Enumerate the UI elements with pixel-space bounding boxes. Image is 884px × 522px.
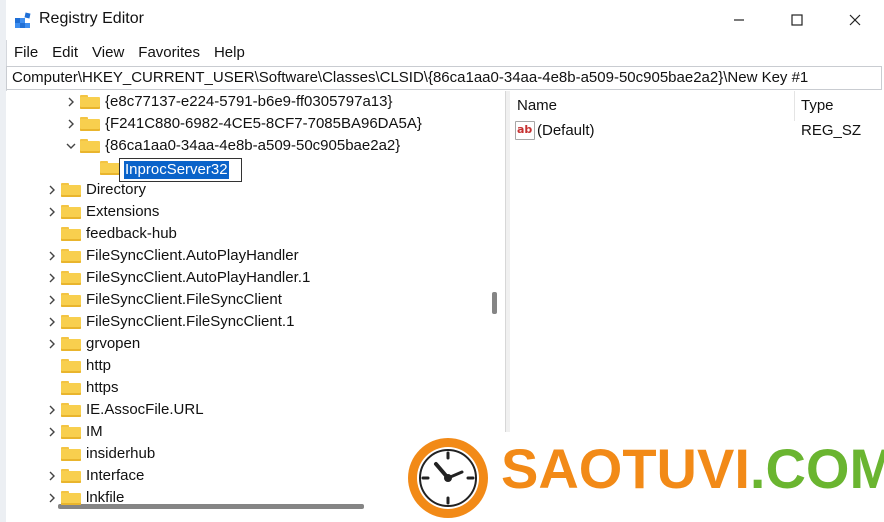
- column-header-type[interactable]: Type: [795, 91, 884, 121]
- registry-editor-app-icon: [15, 12, 31, 28]
- chevron-right-icon[interactable]: [46, 271, 58, 285]
- tree-node-label: FileSyncClient.FileSyncClient: [86, 291, 282, 308]
- close-button[interactable]: [826, 0, 884, 40]
- chevron-right-icon[interactable]: [46, 425, 58, 439]
- menu-file[interactable]: File: [8, 44, 44, 61]
- watermark-text: SAOTUVI.COM: [501, 436, 884, 501]
- tree-node-label: http: [86, 357, 112, 374]
- maximize-icon: [791, 14, 803, 26]
- folder-icon: [61, 359, 81, 373]
- menu-bar: File Edit View Favorites Help: [6, 40, 884, 64]
- folder-icon: [61, 249, 81, 263]
- folder-icon: [61, 315, 81, 329]
- chevron-right-icon[interactable]: [46, 491, 58, 505]
- watermark: SAOTUVI.COM: [395, 432, 884, 522]
- value-name: (Default): [537, 122, 595, 139]
- clock-logo-icon: [408, 438, 488, 518]
- chevron-right-icon[interactable]: [65, 117, 77, 131]
- tree-node-label: Interface: [86, 467, 145, 484]
- folder-icon: [61, 425, 81, 439]
- column-header-name-label: Name: [517, 97, 558, 114]
- tree-node[interactable]: FileSyncClient.FileSyncClient: [6, 289, 476, 311]
- tree-node-label: IE.AssocFile.URL: [86, 401, 204, 418]
- folder-icon: [61, 205, 81, 219]
- tree-node-label: {F241C880-6982-4CE5-8CF7-7085BA96DA5A}: [105, 115, 422, 132]
- string-value-icon: ab: [515, 121, 535, 140]
- chevron-right-icon[interactable]: [46, 205, 58, 219]
- rename-key-input[interactable]: InprocServer32: [119, 158, 242, 182]
- chevron-right-icon[interactable]: [46, 315, 58, 329]
- menu-favorites[interactable]: Favorites: [132, 44, 206, 61]
- menu-edit[interactable]: Edit: [46, 44, 84, 61]
- address-path: Computer\HKEY_CURRENT_USER\Software\Clas…: [12, 69, 809, 86]
- chevron-right-icon[interactable]: [46, 183, 58, 197]
- tree-node[interactable]: {e8c77137-e224-5791-b6e9-ff0305797a13}: [6, 91, 476, 113]
- folder-icon: [61, 469, 81, 483]
- tree-node-label: {e8c77137-e224-5791-b6e9-ff0305797a13}: [105, 93, 393, 110]
- minimize-icon: [734, 19, 744, 21]
- title-bar[interactable]: Registry Editor: [6, 0, 884, 40]
- tree-node[interactable]: FileSyncClient.FileSyncClient.1: [6, 311, 476, 333]
- chevron-down-icon[interactable]: [65, 139, 77, 153]
- tree-node[interactable]: feedback-hub: [6, 223, 476, 245]
- chevron-right-icon[interactable]: [46, 403, 58, 417]
- tree-node[interactable]: {86ca1aa0-34aa-4e8b-a509-50c905bae2a2}: [6, 135, 476, 157]
- tree-node[interactable]: FileSyncClient.AutoPlayHandler.1: [6, 267, 476, 289]
- tree-node-label: FileSyncClient.AutoPlayHandler: [86, 247, 299, 264]
- folder-icon: [61, 403, 81, 417]
- tree-node[interactable]: Directory: [6, 179, 476, 201]
- menu-view[interactable]: View: [86, 44, 130, 61]
- tree-node[interactable]: https: [6, 377, 476, 399]
- window-title: Registry Editor: [39, 10, 144, 27]
- folder-icon: [61, 183, 81, 197]
- folder-icon: [100, 161, 120, 175]
- tree-node-label: lnkfile: [86, 489, 125, 506]
- tree-node-label: feedback-hub: [86, 225, 177, 242]
- folder-icon: [61, 491, 81, 505]
- tree-node-label: {86ca1aa0-34aa-4e8b-a509-50c905bae2a2}: [105, 137, 401, 154]
- chevron-right-icon[interactable]: [46, 249, 58, 263]
- folder-icon: [61, 447, 81, 461]
- registry-editor-window: Registry Editor File Edit View Favorites…: [0, 0, 884, 522]
- tree-node[interactable]: FileSyncClient.AutoPlayHandler: [6, 245, 476, 267]
- tree-node-label: FileSyncClient.FileSyncClient.1: [86, 313, 295, 330]
- watermark-text-part2: .COM: [749, 437, 884, 500]
- tree-node[interactable]: http: [6, 355, 476, 377]
- tree-vertical-scroll-thumb[interactable]: [492, 292, 497, 314]
- close-icon: [849, 14, 861, 26]
- tree-node-label: https: [86, 379, 119, 396]
- tree-node[interactable]: grvopen: [6, 333, 476, 355]
- folder-icon: [80, 117, 100, 131]
- tree-node-label: insiderhub: [86, 445, 156, 462]
- column-header-type-label: Type: [801, 97, 834, 114]
- selected-text: InprocServer32: [124, 161, 229, 179]
- folder-icon: [61, 337, 81, 351]
- folder-icon: [61, 381, 81, 395]
- tree-node-label: FileSyncClient.AutoPlayHandler.1: [86, 269, 311, 286]
- folder-icon: [61, 271, 81, 285]
- value-row[interactable]: ab (Default) REG_SZ: [510, 119, 884, 141]
- tree-node[interactable]: Extensions: [6, 201, 476, 223]
- folder-icon: [61, 293, 81, 307]
- folder-icon: [80, 95, 100, 109]
- chevron-right-icon[interactable]: [46, 469, 58, 483]
- folder-icon: [80, 139, 100, 153]
- address-bar[interactable]: Computer\HKEY_CURRENT_USER\Software\Clas…: [6, 66, 882, 90]
- tree-node[interactable]: IE.AssocFile.URL: [6, 399, 476, 421]
- maximize-button[interactable]: [768, 0, 826, 40]
- tree-node-label: grvopen: [86, 335, 141, 352]
- menu-help[interactable]: Help: [208, 44, 251, 61]
- chevron-right-icon[interactable]: [46, 337, 58, 351]
- minimize-button[interactable]: [710, 0, 768, 40]
- watermark-text-part1: SAOTUVI: [501, 437, 750, 500]
- chevron-right-icon[interactable]: [65, 95, 77, 109]
- tree-node-label: IM: [86, 423, 103, 440]
- tree-node-label: Extensions: [86, 203, 160, 220]
- chevron-right-icon[interactable]: [46, 293, 58, 307]
- folder-icon: [61, 227, 81, 241]
- column-header-name[interactable]: Name: [510, 91, 795, 121]
- tree-node[interactable]: {F241C880-6982-4CE5-8CF7-7085BA96DA5A}: [6, 113, 476, 135]
- value-type: REG_SZ: [801, 122, 862, 139]
- tree-node-label: Directory: [86, 181, 147, 198]
